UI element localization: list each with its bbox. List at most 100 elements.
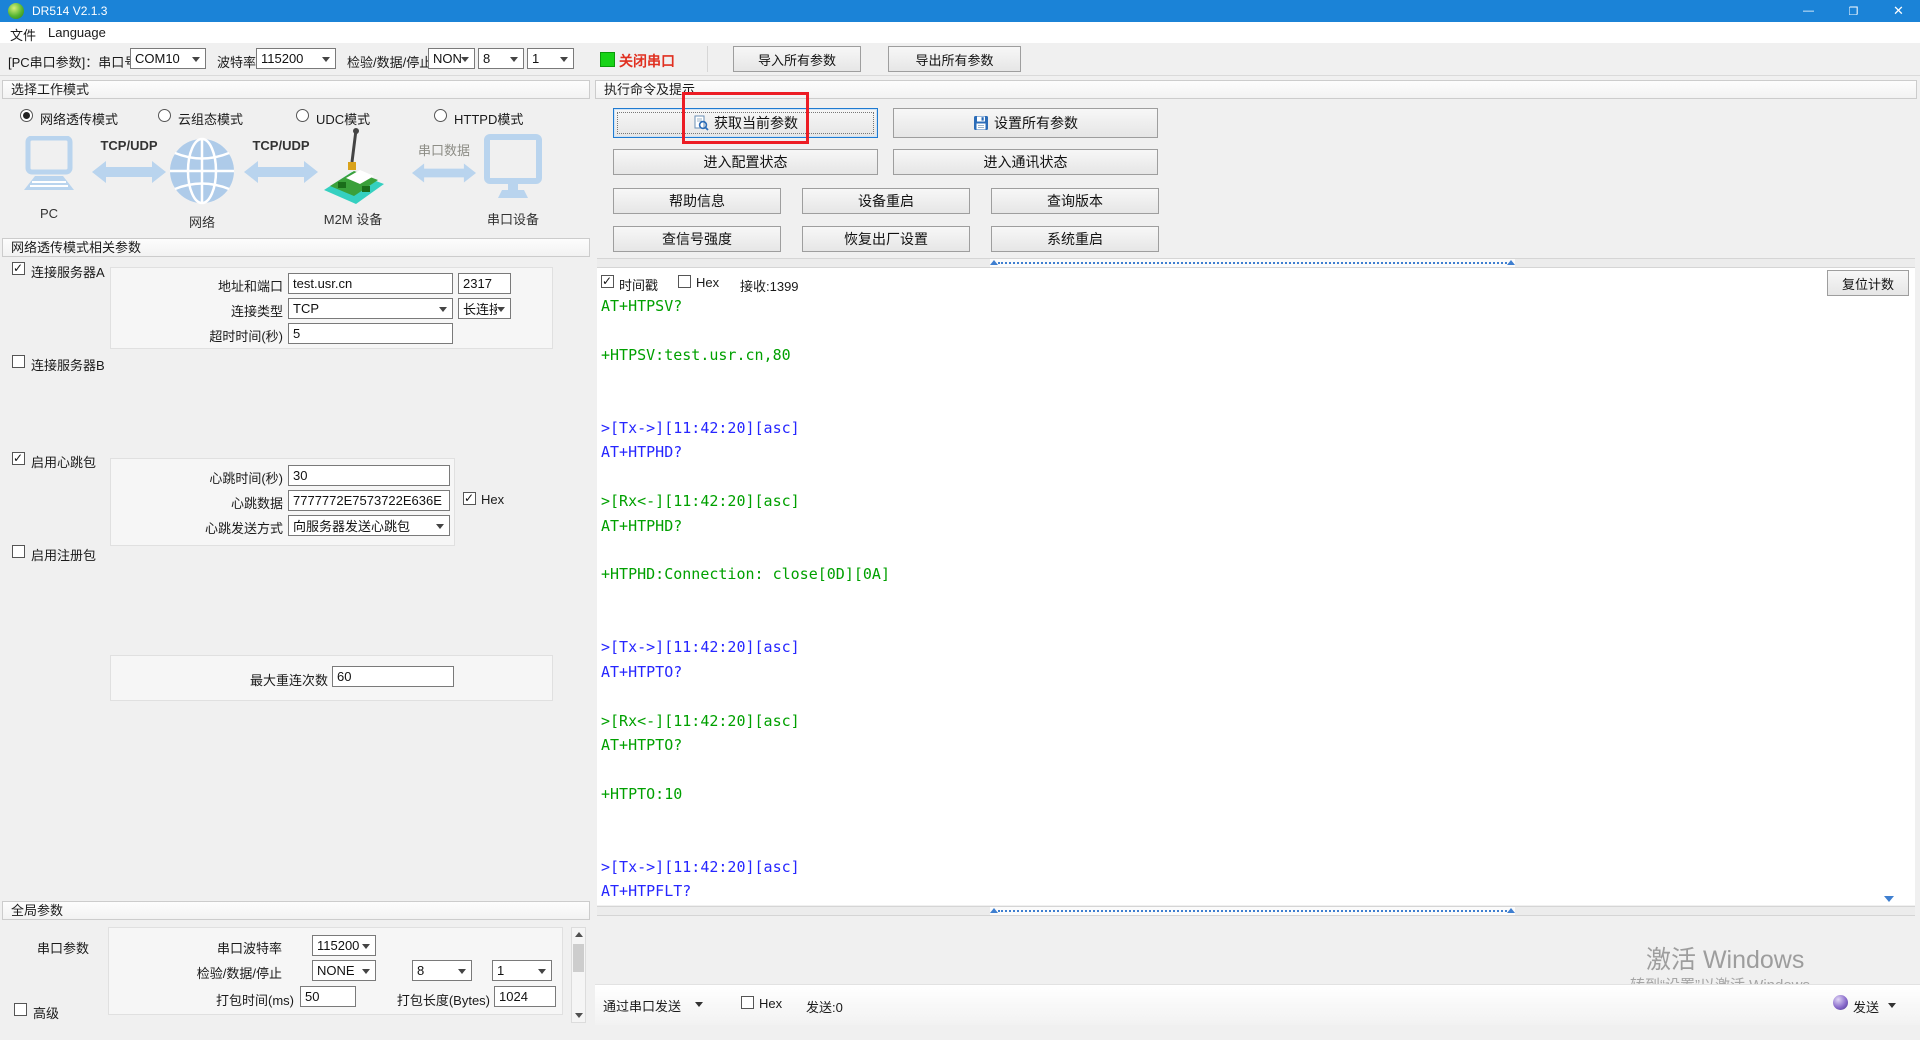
enter-config-button[interactable]: 进入配置状态 bbox=[613, 149, 878, 175]
radio-net-transparent-label[interactable]: 网络透传模式 bbox=[40, 109, 118, 128]
stopbits-select[interactable]: 1 bbox=[527, 48, 574, 69]
com-port-select[interactable]: COM10 bbox=[130, 48, 206, 69]
heartbeat-hex-checkbox[interactable] bbox=[463, 492, 476, 505]
send-button[interactable]: 发送 bbox=[1853, 997, 1879, 1016]
sent-count: 发送:0 bbox=[806, 997, 843, 1016]
conn-type-select[interactable]: TCP bbox=[288, 298, 453, 319]
set-all-params-button[interactable]: 设置所有参数 bbox=[893, 108, 1158, 138]
databits-select[interactable]: 8 bbox=[478, 48, 524, 69]
log-lines[interactable]: AT+HTPSV?+HTPSV:test.usr.cn,80>[Tx->][11… bbox=[601, 294, 1851, 904]
send-hex-checkbox[interactable] bbox=[741, 996, 754, 1009]
export-params-button[interactable]: 导出所有参数 bbox=[888, 46, 1021, 72]
global-parity-select[interactable]: NONE bbox=[312, 960, 376, 981]
register-checkbox[interactable] bbox=[12, 545, 25, 558]
chevron-down-icon bbox=[192, 57, 200, 66]
query-signal-button[interactable]: 查信号强度 bbox=[613, 226, 781, 252]
global-stopbits-select[interactable]: 1 bbox=[492, 960, 552, 981]
app-icon bbox=[8, 3, 24, 19]
heartbeat-time-input[interactable]: 30 bbox=[288, 465, 450, 486]
log-line bbox=[601, 538, 1851, 562]
timestamp-checkbox[interactable] bbox=[601, 275, 614, 288]
server-a-label: 连接服务器A bbox=[31, 262, 105, 281]
global-baud-value: 115200 bbox=[313, 938, 362, 953]
log-hex-checkbox[interactable] bbox=[678, 275, 691, 288]
max-reconnect-input[interactable]: 60 bbox=[332, 666, 454, 687]
scroll-down-icon[interactable] bbox=[575, 1013, 583, 1018]
pc-caption: PC bbox=[22, 206, 76, 221]
server-b-label: 连接服务器B bbox=[31, 355, 105, 374]
help-info-button[interactable]: 帮助信息 bbox=[613, 188, 781, 214]
chevron-down-icon[interactable] bbox=[1888, 1003, 1896, 1008]
heartbeat-time-label: 心跳时间(秒) bbox=[150, 468, 283, 487]
recv-count: 接收:1399 bbox=[740, 276, 799, 295]
global-parity-value: NONE bbox=[313, 963, 362, 978]
heartbeat-mode-select[interactable]: 向服务器发送心跳包 bbox=[288, 515, 450, 536]
baud-select[interactable]: 115200 bbox=[256, 48, 336, 69]
pc-icon bbox=[22, 136, 76, 203]
scroll-left-marker-icon[interactable] bbox=[990, 908, 998, 913]
log-line bbox=[601, 831, 1851, 855]
scroll-left-marker-icon[interactable] bbox=[990, 260, 998, 265]
global-baud-select[interactable]: 115200 bbox=[312, 935, 376, 956]
arrow-icon bbox=[92, 160, 166, 187]
chevron-down-icon bbox=[439, 307, 447, 316]
log-line: AT+HTPHD? bbox=[601, 440, 1851, 464]
scroll-track[interactable] bbox=[990, 907, 1515, 915]
heartbeat-checkbox[interactable] bbox=[12, 452, 25, 465]
radio-net-transparent-mode[interactable] bbox=[20, 109, 33, 122]
minimize-button[interactable]: — bbox=[1786, 0, 1831, 22]
radio-httpd-mode[interactable] bbox=[434, 109, 447, 122]
log-line: AT+HTPTO? bbox=[601, 660, 1851, 684]
chevron-down-icon[interactable] bbox=[695, 1002, 703, 1007]
log-scroll-down-icon[interactable] bbox=[1884, 896, 1894, 902]
send-via-serial-dropdown[interactable]: 通过串口发送 bbox=[603, 996, 681, 1015]
factory-reset-button[interactable]: 恢复出厂设置 bbox=[802, 226, 970, 252]
link-tcpudp1-label: TCP/UDP bbox=[92, 138, 166, 153]
radio-cloud-mode[interactable] bbox=[158, 109, 171, 122]
server-b-checkbox[interactable] bbox=[12, 355, 25, 368]
advanced-checkbox[interactable] bbox=[14, 1003, 27, 1016]
pack-time-input[interactable]: 50 bbox=[300, 986, 356, 1007]
log-top-scrollbar[interactable] bbox=[597, 258, 1915, 268]
radio-udc-label[interactable]: UDC模式 bbox=[316, 109, 370, 128]
baud-label: 波特率 bbox=[217, 52, 256, 71]
scroll-thumb[interactable] bbox=[573, 944, 584, 972]
scroll-dots bbox=[998, 910, 1507, 912]
menu-language[interactable]: Language bbox=[48, 25, 106, 40]
scroll-right-marker-icon[interactable] bbox=[1507, 908, 1515, 913]
server-a-checkbox[interactable] bbox=[12, 262, 25, 275]
scroll-up-icon[interactable] bbox=[575, 932, 583, 937]
log-hex-label: Hex bbox=[696, 275, 719, 290]
pack-len-input[interactable]: 1024 bbox=[494, 986, 556, 1007]
serial-device-icon bbox=[484, 134, 542, 205]
import-params-button[interactable]: 导入所有参数 bbox=[733, 46, 861, 72]
log-bottom-scrollbar[interactable] bbox=[597, 906, 1915, 916]
server-port-input[interactable]: 2317 bbox=[458, 273, 511, 294]
menu-file[interactable]: 文件 bbox=[10, 25, 36, 44]
conn-mode-select[interactable]: 长连接 bbox=[458, 298, 511, 319]
close-button[interactable]: ✕ bbox=[1876, 0, 1920, 22]
heartbeat-data-input[interactable]: 7777772E7573722E636E bbox=[288, 490, 450, 511]
pack-time-label: 打包时间(ms) bbox=[170, 990, 294, 1009]
log-line: AT+HTPTO? bbox=[601, 733, 1851, 757]
radio-cloud-label[interactable]: 云组态模式 bbox=[178, 109, 243, 128]
register-label: 启用注册包 bbox=[31, 545, 96, 564]
radio-udc-mode[interactable] bbox=[296, 109, 309, 122]
scroll-right-marker-icon[interactable] bbox=[1507, 260, 1515, 265]
device-restart-button[interactable]: 设备重启 bbox=[802, 188, 970, 214]
enter-comm-button[interactable]: 进入通讯状态 bbox=[893, 149, 1158, 175]
parity-select[interactable]: NONI bbox=[428, 48, 475, 69]
query-version-button[interactable]: 查询版本 bbox=[991, 188, 1159, 214]
timeout-input[interactable]: 5 bbox=[288, 323, 453, 344]
scroll-track[interactable] bbox=[990, 259, 1515, 267]
reset-counter-button[interactable]: 复位计数 bbox=[1827, 270, 1909, 296]
net-params-header: 网络透传模式相关参数 bbox=[2, 238, 590, 257]
close-serial-button[interactable]: 关闭串口 bbox=[619, 51, 675, 71]
global-databits-select[interactable]: 8 bbox=[412, 960, 472, 981]
maximize-button[interactable]: ❐ bbox=[1831, 0, 1876, 22]
radio-httpd-label[interactable]: HTTPD模式 bbox=[454, 109, 523, 128]
server-address-input[interactable]: test.usr.cn bbox=[288, 273, 453, 294]
left-vertical-scrollbar[interactable] bbox=[571, 927, 586, 1023]
activate-windows-watermark: 激活 Windows bbox=[1646, 940, 1804, 976]
system-restart-button[interactable]: 系统重启 bbox=[991, 226, 1159, 252]
